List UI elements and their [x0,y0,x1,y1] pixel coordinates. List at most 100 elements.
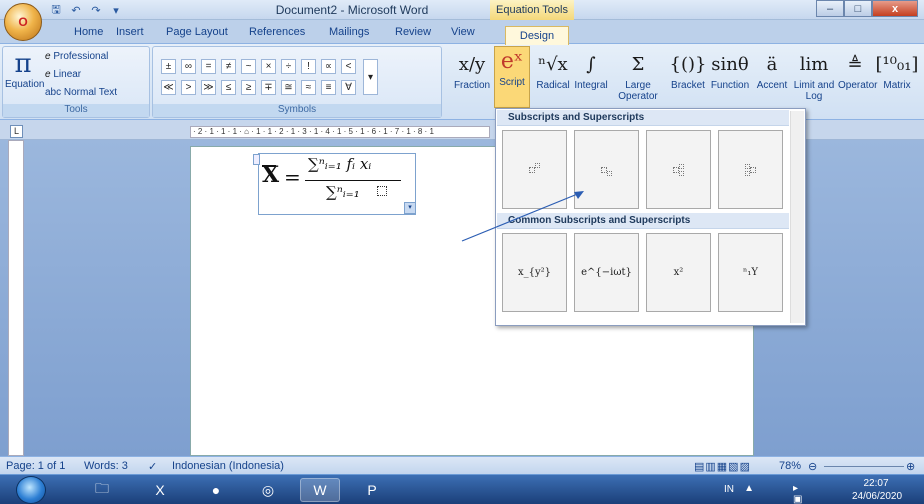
tab-page-layout[interactable]: Page Layout [166,26,228,38]
professional-button[interactable]: e Professional [45,51,108,62]
structure-accent-button[interactable]: ä Accent [754,50,790,91]
page-count[interactable]: Page: 1 of 1 [6,460,65,472]
redo-icon[interactable]: ↷ [88,3,104,18]
symbol-button[interactable]: ∝ [321,59,336,74]
symbol-button[interactable]: = [201,59,216,74]
annotation-arrow [461,191,584,242]
symbol-button[interactable]: ∀ [341,80,356,95]
symbols-group: ± ∞ = ≠ ~ × ÷! ∝ < ≪ > ≫ ≤ ≥ ∓ ≅ ≈ ≡ ∀ ▾ Symbols [152,46,442,118]
left-subsuperscript-tile[interactable] [718,130,783,209]
structure-radical-button[interactable]: ⁿ√x Radical [534,50,572,91]
structure-limit-and-log-button[interactable]: lim Limit and Log [790,50,838,102]
structure-operator-button[interactable]: ≜ Operator [838,50,878,91]
equation-options-button[interactable]: ▾ [404,202,416,214]
office-button[interactable]: O [4,3,42,41]
customize-icon[interactable]: ▾ [108,3,124,18]
word-icon[interactable]: W [300,478,340,502]
structure-matrix-button[interactable]: [¹⁰₀₁] Matrix [872,50,922,91]
normal-text-button[interactable]: abc Normal Text [45,87,117,98]
structure-label: Operator [838,80,878,91]
symbol-button[interactable]: ≈ [301,80,316,95]
structure-bracket-button[interactable]: {()} Bracket [668,50,708,91]
equation-numerator: ∑ⁿᵢ₌₁ fᵢ xᵢ [308,155,372,173]
firefox-icon[interactable]: ● [196,478,236,502]
tab-review[interactable]: Review [395,26,431,38]
tab-view[interactable]: View [451,26,475,38]
chrome-icon[interactable]: ◎ [248,478,288,502]
save-icon[interactable]: 🖫 [48,3,64,18]
clock-time[interactable]: 22:07 [846,478,906,489]
symbol-button[interactable]: ∓ [261,80,276,95]
structure-label: Matrix [883,80,911,91]
structure-icon: sinθ [711,54,749,75]
tab-selector-button[interactable]: L [10,125,23,138]
structure-function-button[interactable]: sinθ Function [708,50,752,91]
zoom-level[interactable]: 78% [779,460,801,472]
symbol-button[interactable]: ~ [241,59,256,74]
tray-icons[interactable]: ▸ ▣ ıll ◀) [793,483,804,504]
common-nY-tile[interactable]: ⁿ₁Y [718,233,783,312]
equation-button[interactable]: π Equation [5,49,45,90]
start-button[interactable] [16,476,46,504]
common-x2-tile[interactable]: x² [646,233,711,312]
tab-home[interactable]: Home [74,26,103,38]
symbol-button[interactable]: ≫ [201,80,216,95]
symbol-button[interactable]: ± [161,59,176,74]
word-count[interactable]: Words: 3 [84,460,128,472]
structure-integral-button[interactable]: ∫ Integral [572,50,610,91]
undo-icon[interactable]: ↶ [68,3,84,18]
minimize-button[interactable]: – [816,0,844,17]
structure-script-button[interactable]: eˣ Script [494,46,530,108]
structure-icon: ∫ [586,54,596,75]
proofing-icon[interactable]: ✓ [148,460,157,473]
zoom-in-button[interactable]: ⊕ [906,460,915,473]
structure-fraction-button[interactable]: x/y Fraction [452,50,492,91]
tab-insert[interactable]: Insert [116,26,144,38]
excel-icon[interactable]: X [140,478,180,502]
explorer-icon[interactable]: 🗀 [82,478,122,502]
symbol-button[interactable]: ≥ [241,80,256,95]
symbol-button[interactable]: ≅ [281,80,296,95]
structure-icon: lim [799,54,829,75]
structure-icon: {()} [669,54,707,75]
symbol-button[interactable]: ≪ [161,80,176,95]
placeholder-box[interactable] [377,186,387,196]
zoom-out-button[interactable]: ⊖ [808,460,817,473]
equals-sign: = [284,165,301,189]
structure-icon: [¹⁰₀₁] [875,54,919,75]
equation-handle[interactable] [253,154,260,165]
symbol-button[interactable]: ! [301,59,316,74]
linear-label: Linear [53,69,82,80]
symbol-button[interactable]: × [261,59,276,74]
clock-date[interactable]: 24/06/2020 [842,491,912,502]
symbol-button[interactable]: ≡ [321,80,336,95]
show-hidden-icon[interactable]: ▲ [744,483,754,494]
structure-label: Limit and Log [793,80,835,102]
symbol-button[interactable]: ≤ [221,80,236,95]
symbol-button[interactable]: < [341,59,356,74]
gallery-scrollbar[interactable] [790,111,804,323]
close-button[interactable]: x [872,0,918,17]
structure-label: Function [710,80,750,91]
tab-references[interactable]: References [249,26,305,38]
symbol-button[interactable]: ÷ [281,59,296,74]
structure-icon: eˣ [500,49,524,74]
view-buttons[interactable]: ▤▥▦▧▨ [694,460,751,473]
maximize-button[interactable]: □ [844,0,872,17]
equation-label: Equation [5,79,45,90]
zoom-slider[interactable] [824,466,904,467]
symbol-button[interactable]: ≠ [221,59,236,74]
language-indicator[interactable]: IN [724,484,734,495]
structure-large-operator-button[interactable]: Σ Large Operator [612,50,664,102]
tab-design[interactable]: Design [505,26,569,45]
symbols-more-button[interactable]: ▾ [363,59,378,95]
tab-mailings[interactable]: Mailings [329,26,369,38]
symbol-button[interactable]: > [181,80,196,95]
ruler-scale: · 2 · 1 · 1 · 1 · ⌂ · 1 · 1 · 2 · 1 · 3 … [190,126,490,138]
powerpoint-icon[interactable]: P [352,478,392,502]
language-status[interactable]: Indonesian (Indonesia) [172,460,284,472]
linear-button[interactable]: e Linear [45,69,81,80]
symbol-button[interactable]: ∞ [181,59,196,74]
subsuperscript-tile[interactable] [646,130,711,209]
window-controls: – □ x [816,0,918,17]
